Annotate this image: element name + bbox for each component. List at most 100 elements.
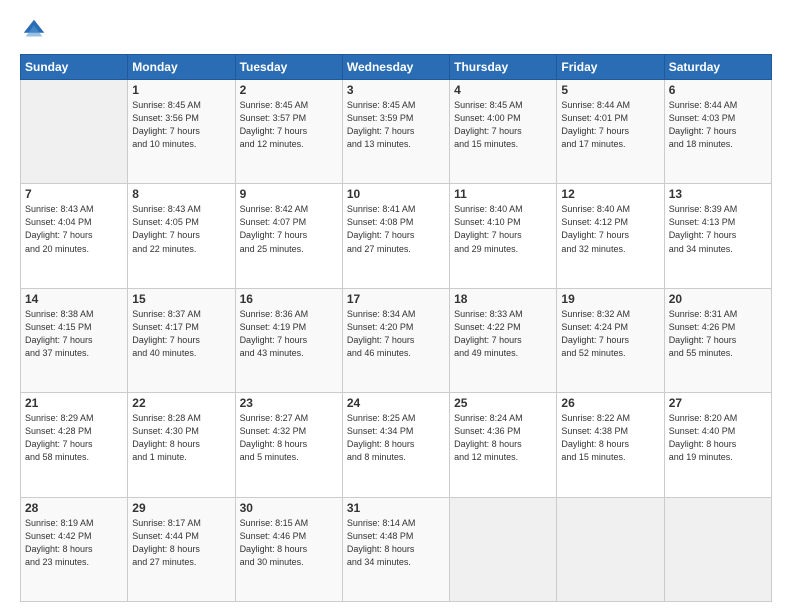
weekday-header-sunday: Sunday bbox=[21, 55, 128, 80]
day-info: Sunrise: 8:42 AMSunset: 4:07 PMDaylight:… bbox=[240, 203, 338, 255]
day-cell: 7 Sunrise: 8:43 AMSunset: 4:04 PMDaylight… bbox=[21, 184, 128, 288]
week-row-3: 14Sunrise: 8:38 AMSunset: 4:15 PMDayligh… bbox=[21, 288, 772, 392]
day-cell: 20 Sunrise: 8:31 AMSunset: 4:26 PMDayligh… bbox=[664, 288, 771, 392]
day-number: 11 bbox=[454, 187, 552, 201]
day-info: Sunrise: 8:40 AMSunset: 4:10 PMDaylight:… bbox=[454, 203, 552, 255]
day-number: 10 bbox=[347, 187, 445, 201]
day-number: 2 bbox=[240, 83, 338, 97]
day-number: 3 bbox=[347, 83, 445, 97]
day-cell bbox=[450, 497, 557, 601]
day-number: 28 bbox=[25, 501, 123, 515]
day-cell: 29 Sunrise: 8:17 AMSunset: 4:44 PMDayligh… bbox=[128, 497, 235, 601]
day-cell: 31 Sunrise: 8:14 AMSunset: 4:48 PMDayligh… bbox=[342, 497, 449, 601]
day-number: 31 bbox=[347, 501, 445, 515]
day-number: 15 bbox=[132, 292, 230, 306]
day-number: 18 bbox=[454, 292, 552, 306]
day-number: 1 bbox=[132, 83, 230, 97]
day-cell: 12Sunrise: 8:40 AMSunset: 4:12 PMDayligh… bbox=[557, 184, 664, 288]
day-cell: 25 Sunrise: 8:24 AMSunset: 4:36 PMDayligh… bbox=[450, 393, 557, 497]
day-number: 12 bbox=[561, 187, 659, 201]
day-info: Sunrise: 8:37 AMSunset: 4:17 PMDaylight:… bbox=[132, 308, 230, 360]
day-cell: 19 Sunrise: 8:32 AMSunset: 4:24 PMDayligh… bbox=[557, 288, 664, 392]
header bbox=[20, 16, 772, 44]
day-number: 6 bbox=[669, 83, 767, 97]
weekday-header-friday: Friday bbox=[557, 55, 664, 80]
weekday-header-monday: Monday bbox=[128, 55, 235, 80]
day-cell: 17Sunrise: 8:34 AMSunset: 4:20 PMDayligh… bbox=[342, 288, 449, 392]
day-info: Sunrise: 8:17 AMSunset: 4:44 PMDaylight:… bbox=[132, 517, 230, 569]
day-number: 9 bbox=[240, 187, 338, 201]
day-cell: 10 Sunrise: 8:41 AMSunset: 4:08 PMDayligh… bbox=[342, 184, 449, 288]
day-number: 8 bbox=[132, 187, 230, 201]
day-number: 25 bbox=[454, 396, 552, 410]
page: SundayMondayTuesdayWednesdayThursdayFrid… bbox=[0, 0, 792, 612]
day-cell: 16Sunrise: 8:36 AMSunset: 4:19 PMDayligh… bbox=[235, 288, 342, 392]
day-number: 19 bbox=[561, 292, 659, 306]
day-info: Sunrise: 8:14 AMSunset: 4:48 PMDaylight:… bbox=[347, 517, 445, 569]
day-cell: 9 Sunrise: 8:42 AMSunset: 4:07 PMDaylight… bbox=[235, 184, 342, 288]
day-cell: 14Sunrise: 8:38 AMSunset: 4:15 PMDayligh… bbox=[21, 288, 128, 392]
day-info: Sunrise: 8:28 AMSunset: 4:30 PMDaylight:… bbox=[132, 412, 230, 464]
day-number: 17 bbox=[347, 292, 445, 306]
day-cell: 8 Sunrise: 8:43 AMSunset: 4:05 PMDaylight… bbox=[128, 184, 235, 288]
day-number: 4 bbox=[454, 83, 552, 97]
weekday-header-tuesday: Tuesday bbox=[235, 55, 342, 80]
day-info: Sunrise: 8:15 AMSunset: 4:46 PMDaylight:… bbox=[240, 517, 338, 569]
day-info: Sunrise: 8:25 AMSunset: 4:34 PMDaylight:… bbox=[347, 412, 445, 464]
day-cell bbox=[557, 497, 664, 601]
day-cell: 5 Sunrise: 8:44 AMSunset: 4:01 PMDaylight… bbox=[557, 80, 664, 184]
day-info: Sunrise: 8:36 AMSunset: 4:19 PMDaylight:… bbox=[240, 308, 338, 360]
day-number: 26 bbox=[561, 396, 659, 410]
day-cell: 3 Sunrise: 8:45 AMSunset: 3:59 PMDaylight… bbox=[342, 80, 449, 184]
day-number: 21 bbox=[25, 396, 123, 410]
day-cell: 23Sunrise: 8:27 AMSunset: 4:32 PMDayligh… bbox=[235, 393, 342, 497]
day-number: 14 bbox=[25, 292, 123, 306]
day-cell: 15 Sunrise: 8:37 AMSunset: 4:17 PMDayligh… bbox=[128, 288, 235, 392]
week-row-5: 28 Sunrise: 8:19 AMSunset: 4:42 PMDayligh… bbox=[21, 497, 772, 601]
day-info: Sunrise: 8:44 AMSunset: 4:01 PMDaylight:… bbox=[561, 99, 659, 151]
week-row-4: 21Sunrise: 8:29 AMSunset: 4:28 PMDayligh… bbox=[21, 393, 772, 497]
day-info: Sunrise: 8:45 AMSunset: 3:56 PMDaylight:… bbox=[132, 99, 230, 151]
day-info: Sunrise: 8:19 AMSunset: 4:42 PMDaylight:… bbox=[25, 517, 123, 569]
day-info: Sunrise: 8:45 AMSunset: 3:59 PMDaylight:… bbox=[347, 99, 445, 151]
day-info: Sunrise: 8:41 AMSunset: 4:08 PMDaylight:… bbox=[347, 203, 445, 255]
day-cell: 27Sunrise: 8:20 AMSunset: 4:40 PMDayligh… bbox=[664, 393, 771, 497]
weekday-header-row: SundayMondayTuesdayWednesdayThursdayFrid… bbox=[21, 55, 772, 80]
day-cell: 21Sunrise: 8:29 AMSunset: 4:28 PMDayligh… bbox=[21, 393, 128, 497]
day-info: Sunrise: 8:45 AMSunset: 4:00 PMDaylight:… bbox=[454, 99, 552, 151]
day-cell: 11 Sunrise: 8:40 AMSunset: 4:10 PMDayligh… bbox=[450, 184, 557, 288]
day-cell bbox=[21, 80, 128, 184]
day-info: Sunrise: 8:27 AMSunset: 4:32 PMDaylight:… bbox=[240, 412, 338, 464]
day-cell bbox=[664, 497, 771, 601]
day-info: Sunrise: 8:20 AMSunset: 4:40 PMDaylight:… bbox=[669, 412, 767, 464]
weekday-header-thursday: Thursday bbox=[450, 55, 557, 80]
day-cell: 22Sunrise: 8:28 AMSunset: 4:30 PMDayligh… bbox=[128, 393, 235, 497]
weekday-header-saturday: Saturday bbox=[664, 55, 771, 80]
day-cell: 30 Sunrise: 8:15 AMSunset: 4:46 PMDayligh… bbox=[235, 497, 342, 601]
day-number: 13 bbox=[669, 187, 767, 201]
day-number: 5 bbox=[561, 83, 659, 97]
week-row-1: 1 Sunrise: 8:45 AMSunset: 3:56 PMDaylight… bbox=[21, 80, 772, 184]
day-number: 7 bbox=[25, 187, 123, 201]
day-info: Sunrise: 8:33 AMSunset: 4:22 PMDaylight:… bbox=[454, 308, 552, 360]
day-cell: 4 Sunrise: 8:45 AMSunset: 4:00 PMDaylight… bbox=[450, 80, 557, 184]
logo bbox=[20, 16, 52, 44]
day-info: Sunrise: 8:44 AMSunset: 4:03 PMDaylight:… bbox=[669, 99, 767, 151]
day-number: 29 bbox=[132, 501, 230, 515]
day-number: 30 bbox=[240, 501, 338, 515]
day-cell: 2 Sunrise: 8:45 AMSunset: 3:57 PMDaylight… bbox=[235, 80, 342, 184]
day-info: Sunrise: 8:43 AMSunset: 4:04 PMDaylight:… bbox=[25, 203, 123, 255]
day-cell: 13Sunrise: 8:39 AMSunset: 4:13 PMDayligh… bbox=[664, 184, 771, 288]
day-cell: 18 Sunrise: 8:33 AMSunset: 4:22 PMDayligh… bbox=[450, 288, 557, 392]
day-info: Sunrise: 8:43 AMSunset: 4:05 PMDaylight:… bbox=[132, 203, 230, 255]
day-number: 20 bbox=[669, 292, 767, 306]
day-info: Sunrise: 8:32 AMSunset: 4:24 PMDaylight:… bbox=[561, 308, 659, 360]
day-cell: 6 Sunrise: 8:44 AMSunset: 4:03 PMDaylight… bbox=[664, 80, 771, 184]
day-cell: 24Sunrise: 8:25 AMSunset: 4:34 PMDayligh… bbox=[342, 393, 449, 497]
day-cell: 26Sunrise: 8:22 AMSunset: 4:38 PMDayligh… bbox=[557, 393, 664, 497]
day-cell: 1 Sunrise: 8:45 AMSunset: 3:56 PMDaylight… bbox=[128, 80, 235, 184]
day-info: Sunrise: 8:45 AMSunset: 3:57 PMDaylight:… bbox=[240, 99, 338, 151]
day-info: Sunrise: 8:24 AMSunset: 4:36 PMDaylight:… bbox=[454, 412, 552, 464]
day-info: Sunrise: 8:31 AMSunset: 4:26 PMDaylight:… bbox=[669, 308, 767, 360]
calendar-table: SundayMondayTuesdayWednesdayThursdayFrid… bbox=[20, 54, 772, 602]
